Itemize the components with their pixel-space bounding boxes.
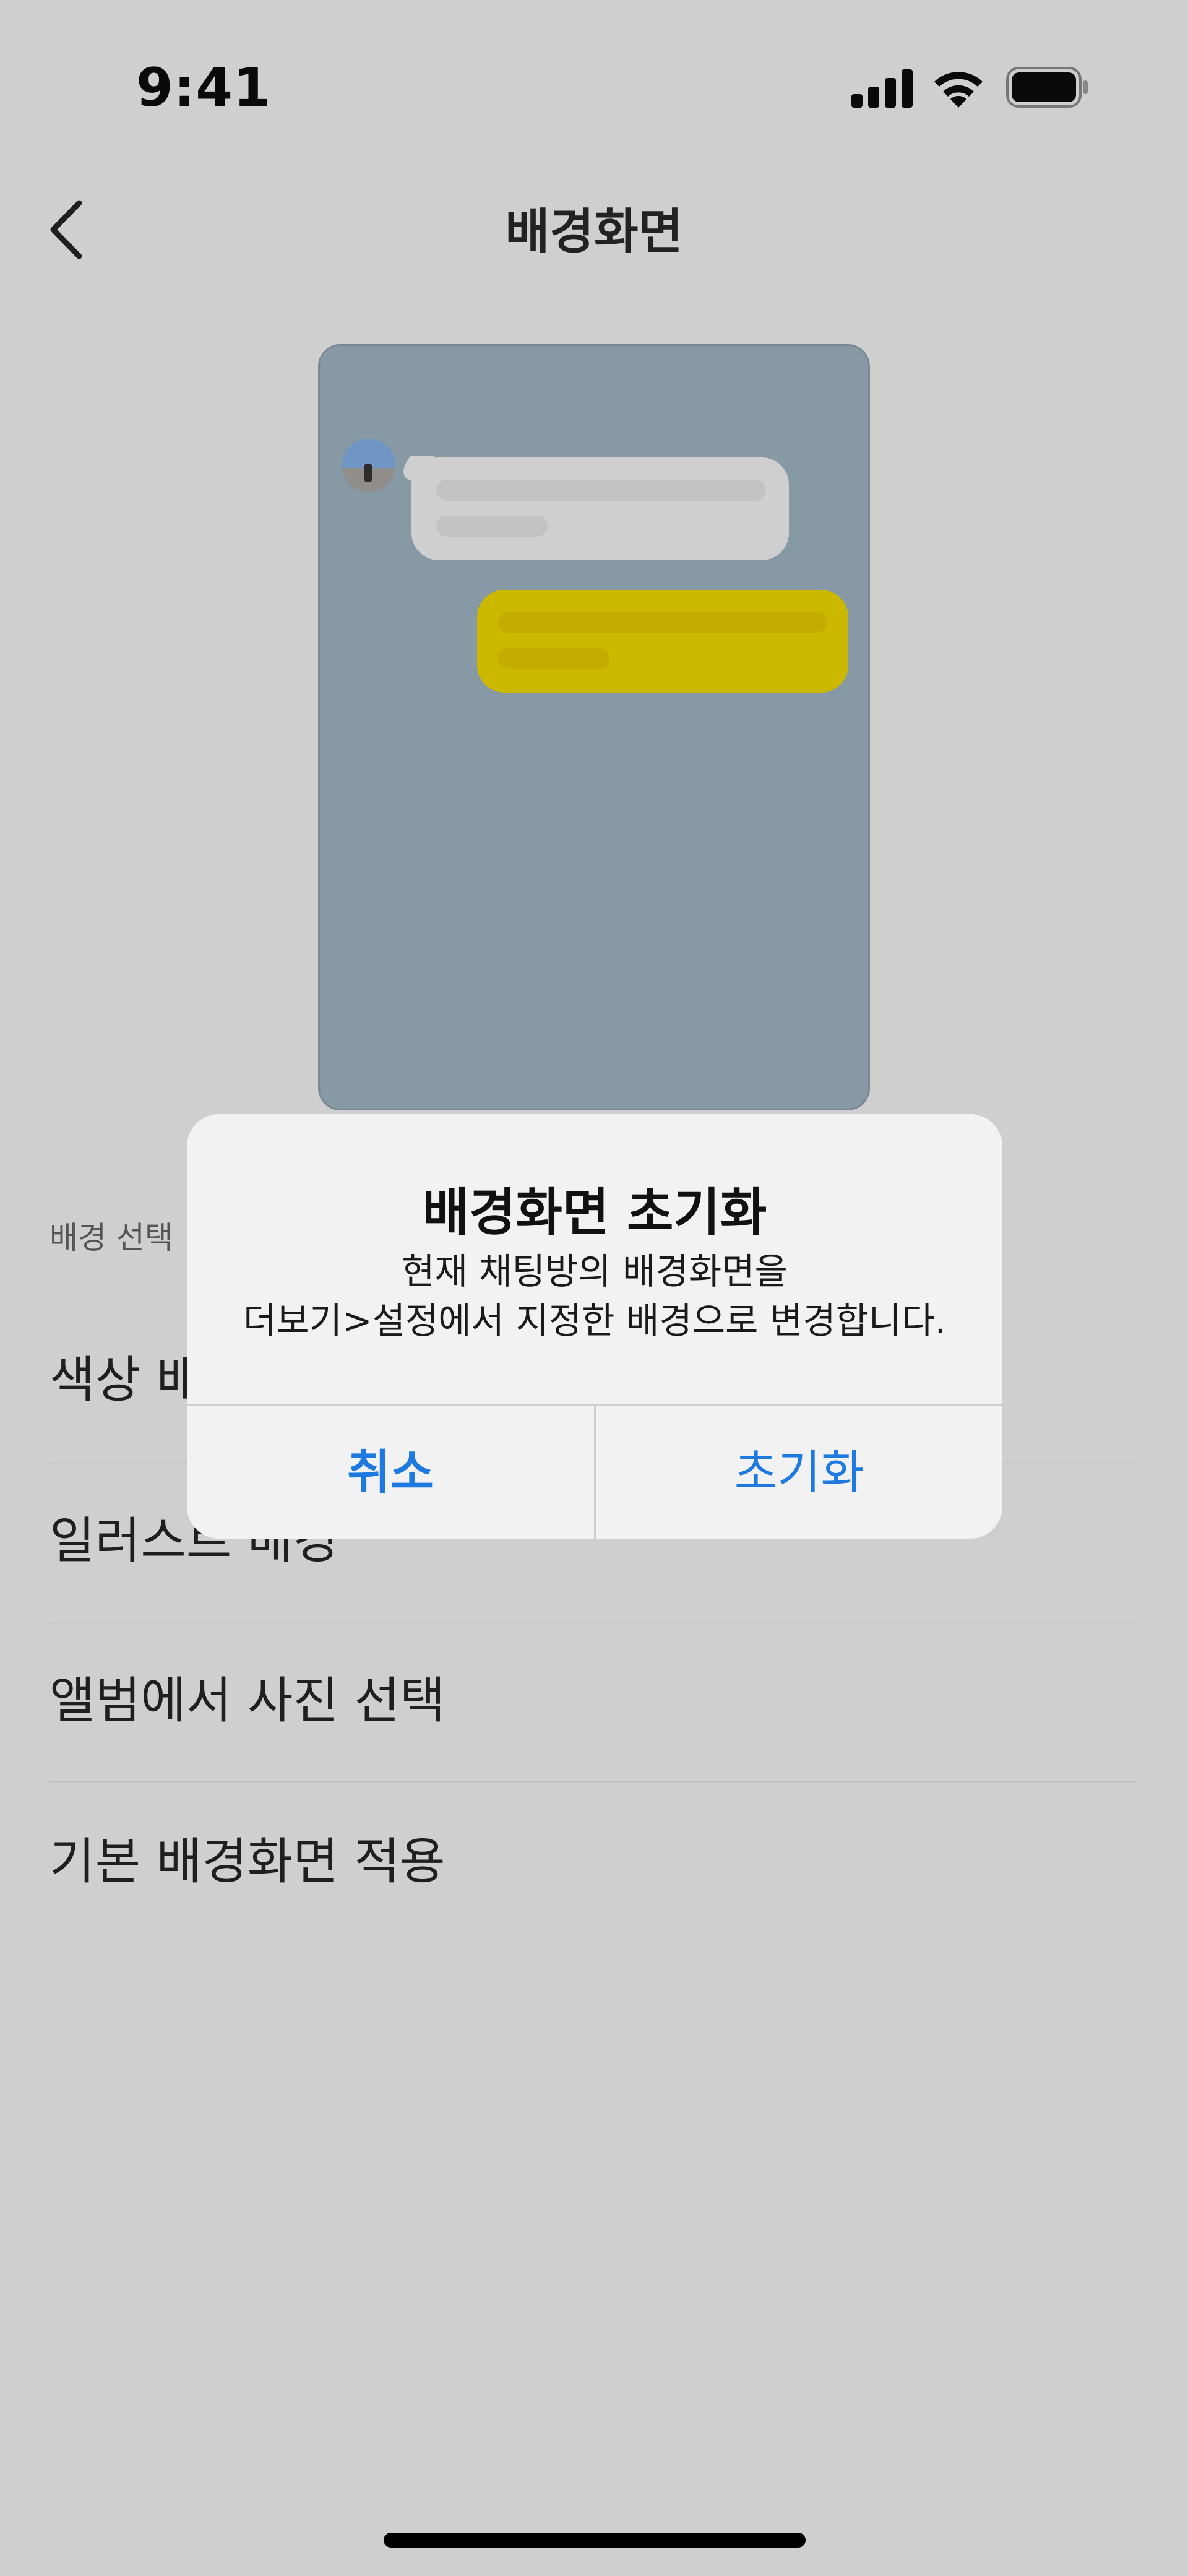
status-time: 9:41 <box>136 57 271 119</box>
list-item-default-wallpaper[interactable]: 기본 배경화면 적용 <box>50 1783 1138 1941</box>
cancel-button[interactable]: 취소 <box>187 1406 594 1539</box>
home-indicator[interactable] <box>384 2533 806 2548</box>
list-item-album-photo[interactable]: 앨범에서 사진 선택 <box>50 1622 1138 1780</box>
incoming-message-bubble <box>411 457 789 560</box>
reset-wallpaper-alert: 배경화면 초기화 현재 채팅방의 배경화면을 더보기>설정에서 지정한 배경으로… <box>187 1114 1002 1539</box>
wallpaper-preview <box>318 344 870 1110</box>
alert-title: 배경화면 초기화 <box>422 1183 767 1242</box>
signal-icon <box>851 69 913 108</box>
reset-button[interactable]: 초기화 <box>596 1406 1002 1539</box>
status-bar: 9:41 <box>0 0 1188 173</box>
alert-message-line-1: 현재 채팅방의 배경화면을 <box>402 1250 788 1292</box>
battery-icon <box>1006 67 1088 108</box>
avatar <box>342 439 395 492</box>
section-label: 배경 선택 <box>50 1220 173 1256</box>
alert-message: 현재 채팅방의 배경화면을 더보기>설정에서 지정한 배경으로 변경합니다. <box>187 1247 1002 1346</box>
alert-message-line-2: 더보기>설정에서 지정한 배경으로 변경합니다. <box>243 1300 947 1342</box>
screen: 9:41 배경화면 배경 선택 색상 배경 일러스트 배경 앨범에서 사진 선택… <box>0 0 1188 2576</box>
page-title: 배경화면 <box>505 204 683 260</box>
wifi-icon <box>934 72 983 108</box>
outgoing-message-bubble <box>477 590 848 693</box>
